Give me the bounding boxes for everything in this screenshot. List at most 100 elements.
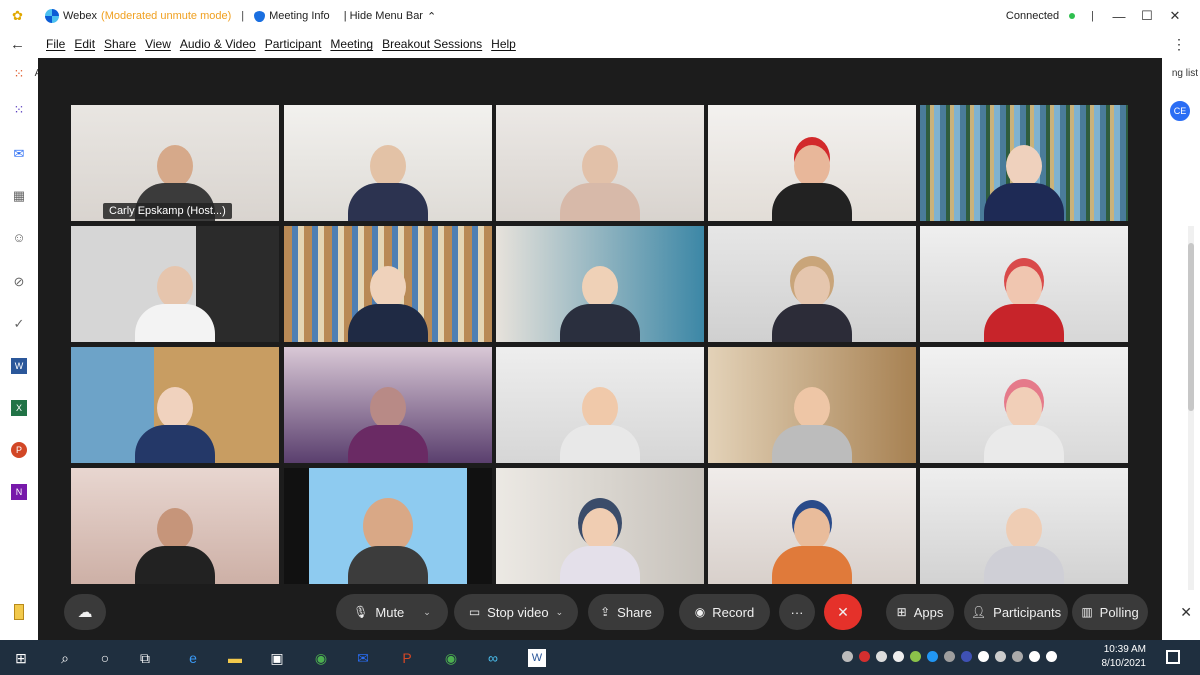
file-explorer-icon[interactable]: ▬ [226, 649, 244, 667]
excel-icon[interactable]: X [11, 400, 27, 416]
menu-participant[interactable]: Participant [265, 37, 322, 51]
video-tile[interactable] [920, 468, 1128, 584]
notifications-icon[interactable] [1166, 650, 1180, 664]
participants-button[interactable]: 👤︎ Participants [964, 594, 1068, 630]
tasks-check-icon[interactable]: ✓ [11, 316, 27, 332]
captions-button[interactable]: ☁ [64, 594, 106, 630]
chevron-down-icon[interactable]: ⌄ [556, 607, 564, 618]
avatar[interactable]: CE [1168, 99, 1192, 123]
menu-view[interactable]: View [145, 37, 171, 51]
tray-app2-icon[interactable] [944, 651, 955, 662]
clock[interactable]: 10:39 AM 8/10/2021 [1102, 643, 1147, 671]
cortana-circle-icon[interactable]: ○ [96, 649, 114, 667]
search-icon[interactable]: ⌕ [56, 649, 74, 667]
mail-icon[interactable]: ✉ [11, 146, 27, 162]
stop-video-button[interactable]: ▭ Stop video ⌄ [454, 594, 578, 630]
menu-file[interactable]: File [46, 37, 65, 51]
tray-security-icon[interactable] [961, 651, 972, 662]
video-tile[interactable] [920, 347, 1128, 463]
apps-button[interactable]: ⊞ Apps [886, 594, 954, 630]
mute-button[interactable]: 🎙︎ Mute ⌄ [336, 594, 448, 630]
powerpoint-icon[interactable]: P [398, 649, 416, 667]
volume-icon[interactable] [1046, 651, 1057, 662]
settings-gear-icon[interactable]: ✿ [12, 9, 26, 23]
menu-breakout-sessions[interactable]: Breakout Sessions [382, 37, 482, 51]
wifi-icon[interactable] [1029, 651, 1040, 662]
meeting-info-button[interactable]: Meeting Info [269, 10, 330, 22]
webex-icon[interactable]: ∞ [484, 649, 502, 667]
meeting-info-shield-icon[interactable] [254, 10, 266, 22]
task-view-icon[interactable]: ⧉ [136, 649, 154, 667]
bluetooth-icon[interactable] [978, 651, 989, 662]
close-icon[interactable]: ✕ [1166, 8, 1184, 24]
onenote-icon[interactable]: N [11, 484, 27, 500]
tray-tool-icon[interactable] [893, 651, 904, 662]
leave-meeting-button[interactable]: ✕ [824, 594, 862, 630]
apps-grid-icon: ⊞ [896, 605, 907, 619]
minimize-icon[interactable]: — [1110, 9, 1128, 24]
tray-acrobat-icon[interactable] [859, 651, 870, 662]
chrome-profile-icon[interactable]: ◉ [442, 649, 460, 667]
attachment-icon[interactable]: ⊘ [11, 274, 27, 290]
hide-menu-bar-button[interactable]: | Hide Menu Bar [344, 10, 423, 22]
menu-meeting[interactable]: Meeting [330, 37, 373, 51]
store-icon[interactable]: ▣ [268, 649, 286, 667]
video-tile[interactable] [920, 226, 1128, 342]
record-button[interactable]: ◉ Record [679, 594, 770, 630]
close-panel-icon[interactable]: ✕ [1180, 604, 1192, 621]
participant-video [767, 131, 857, 221]
video-tile[interactable] [284, 105, 492, 221]
menu-help[interactable]: Help [491, 37, 516, 51]
tray-status-icon[interactable] [910, 651, 921, 662]
video-tile[interactable] [708, 468, 916, 584]
edge-browser-icon[interactable]: e [184, 649, 202, 667]
video-tile[interactable] [284, 226, 492, 342]
video-tile[interactable] [71, 226, 279, 342]
more-vertical-icon[interactable]: ⋮ [1172, 36, 1186, 53]
video-tile[interactable] [708, 226, 916, 342]
video-tile[interactable] [284, 347, 492, 463]
menu-audio-video[interactable]: Audio & Video [180, 37, 256, 51]
video-tile-host[interactable]: Carly Epskamp (Host...) [71, 105, 279, 221]
video-tile[interactable] [71, 468, 279, 584]
apps-grid-icon[interactable]: ⁙ [11, 66, 27, 82]
tray-webex-icon[interactable] [927, 651, 938, 662]
polling-button[interactable]: ▥ Polling [1072, 594, 1148, 630]
scrollbar-thumb[interactable] [1188, 243, 1194, 411]
menu-edit[interactable]: Edit [74, 37, 95, 51]
word-icon[interactable]: W [11, 358, 27, 374]
end-call-icon: ✕ [837, 603, 849, 620]
participant-video [343, 252, 433, 342]
video-tile[interactable] [708, 347, 916, 463]
more-options-button[interactable]: ··· [779, 594, 815, 630]
tray-app-icon[interactable] [842, 651, 853, 662]
participant-video [767, 494, 857, 584]
chevron-down-icon[interactable]: ⌄ [423, 607, 431, 618]
video-tile[interactable] [496, 468, 704, 584]
powerpoint-icon[interactable]: P [11, 442, 27, 458]
video-tile[interactable] [496, 105, 704, 221]
mail-icon[interactable]: ✉ [354, 649, 372, 667]
maximize-icon[interactable]: ☐ [1138, 8, 1156, 24]
chrome-icon[interactable]: ◉ [312, 649, 330, 667]
video-tile[interactable] [708, 105, 916, 221]
video-tile[interactable] [496, 226, 704, 342]
app-launcher-icon[interactable]: ⁙ [11, 102, 27, 118]
word-icon[interactable]: W [528, 649, 546, 667]
windows-start-icon[interactable]: ⊞ [12, 649, 30, 667]
back-arrow-icon[interactable]: ← [10, 36, 25, 53]
keyboard-icon[interactable] [1012, 651, 1023, 662]
tray-mic-icon[interactable] [876, 651, 887, 662]
calendar-icon[interactable]: ▦ [11, 188, 27, 204]
video-tile[interactable] [920, 105, 1128, 221]
video-tile[interactable] [284, 468, 492, 584]
people-icon[interactable]: ☺ [11, 230, 27, 246]
chevron-up-icon[interactable]: ⌃ [427, 10, 436, 23]
title-right: Connected | — ☐ ✕ [1006, 8, 1184, 24]
menu-share[interactable]: Share [104, 37, 136, 51]
share-button[interactable]: ⇪ Share [588, 594, 664, 630]
tray-device-icon[interactable] [995, 651, 1006, 662]
webex-logo-icon [45, 9, 59, 23]
video-tile[interactable] [496, 347, 704, 463]
video-tile[interactable] [71, 347, 279, 463]
